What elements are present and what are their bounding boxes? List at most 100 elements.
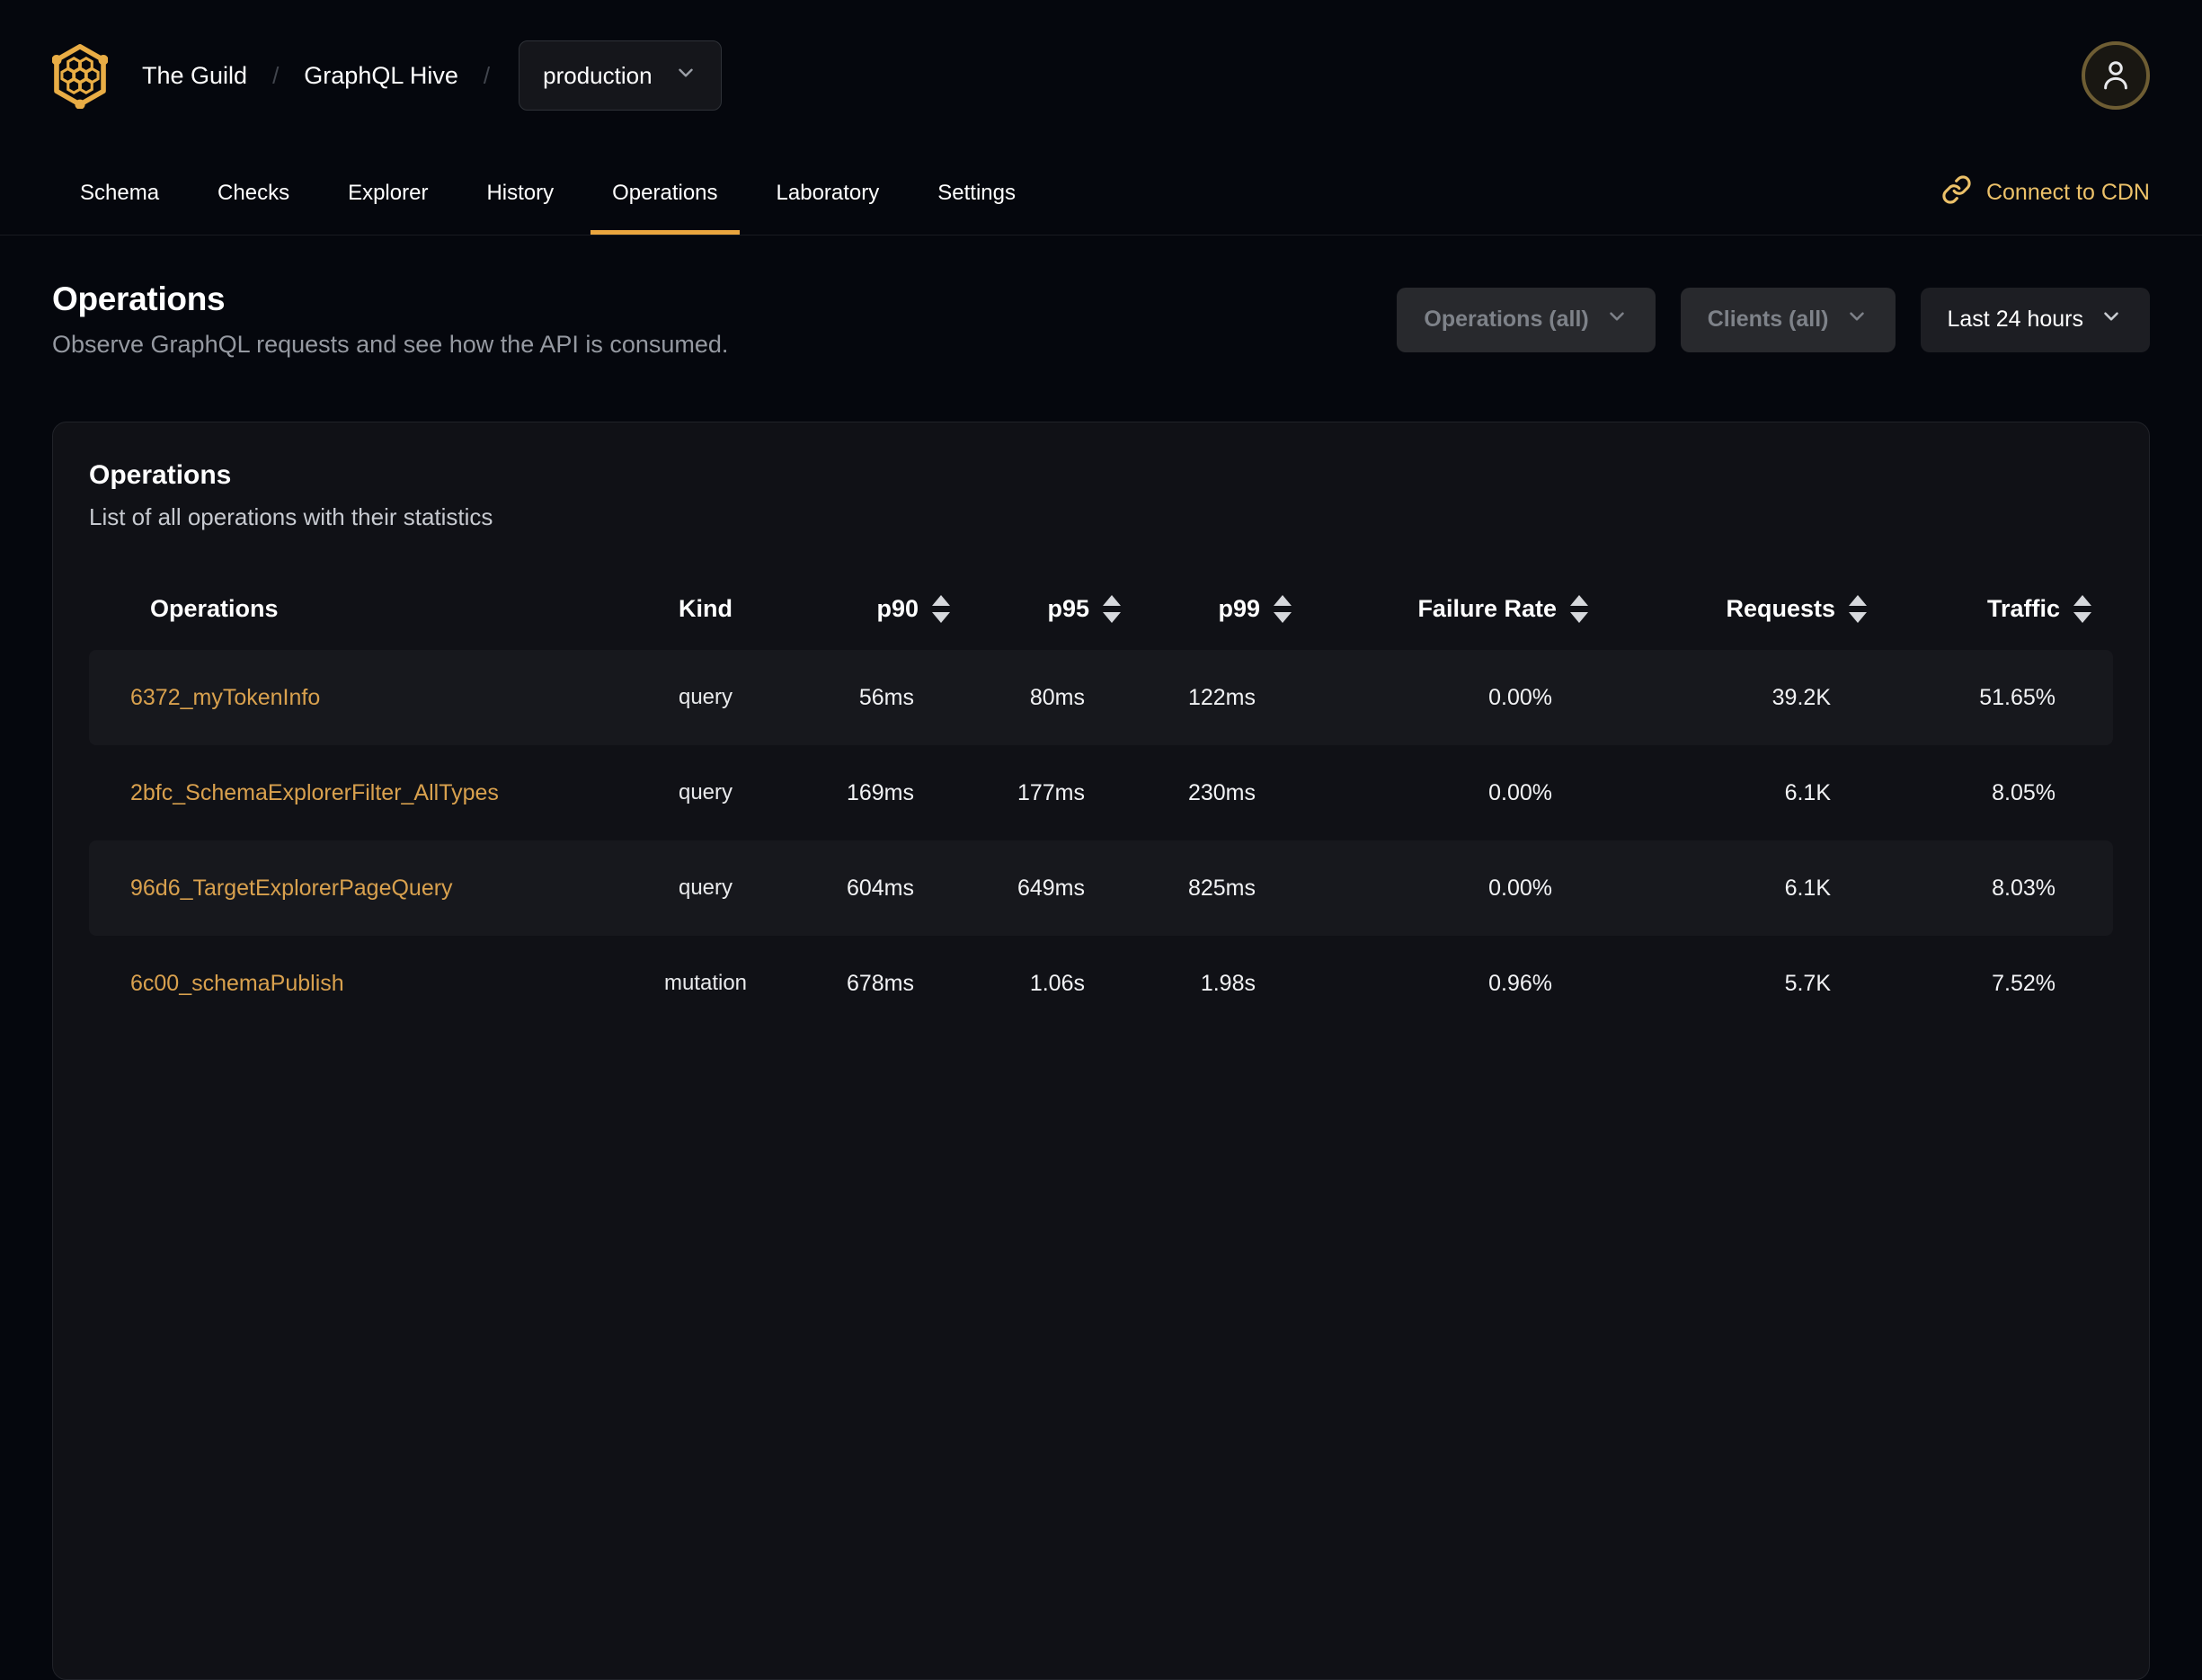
chevron-down-icon [2100,305,2123,334]
filter-clients-all[interactable]: Clients (all) [1680,287,1896,352]
traffic-cell: 8.05% [1992,779,2055,805]
failure-rate-cell: 0.96% [1488,970,1552,996]
column-header-requests[interactable]: Requests [1588,594,1867,623]
column-header-label: Failure Rate [1417,594,1557,622]
column-header-label: p90 [876,594,919,622]
breadcrumb-org[interactable]: The Guild [142,62,247,90]
card-title: Operations [89,460,232,490]
sort-arrows-icon[interactable] [1849,594,1867,623]
requests-cell: 6.1K [1784,875,1831,901]
p99-cell: 825ms [1187,875,1256,901]
hive-logo-icon[interactable] [52,42,108,109]
traffic-cell: 8.03% [1992,875,2055,901]
operation-link[interactable]: 96d6_TargetExplorerPageQuery [130,876,453,901]
table-row: 2bfc_SchemaExplorerFilter_AllTypes query… [89,745,2113,840]
p90-cell: 604ms [846,875,914,901]
connect-to-cdn-link[interactable]: Connect to CDN [1941,151,2150,235]
table-header-row: Operations Kind p90 p95 p99 Failure Rate… [89,567,2113,650]
sort-descending-icon [1103,611,1121,623]
target-selector-dropdown[interactable]: production [519,40,722,111]
sort-descending-icon [932,611,950,623]
tab-schema[interactable]: Schema [58,151,181,235]
p95-cell: 1.06s [1029,970,1085,996]
operations-card: Operations List of all operations with t… [52,422,2150,1680]
chevron-down-icon [1845,305,1869,334]
failure-rate-cell: 0.00% [1488,779,1552,805]
page-subtitle: Observe GraphQL requests and see how the… [52,331,729,358]
column-header-label: p99 [1218,594,1260,622]
operation-link[interactable]: 2bfc_SchemaExplorerFilter_AllTypes [130,780,499,805]
sort-arrows-icon[interactable] [1103,594,1121,623]
tab-laboratory[interactable]: Laboratory [755,151,901,235]
filter-label: Clients (all) [1707,307,1829,332]
p99-cell: 1.98s [1200,970,1256,996]
filter-label: Operations (all) [1424,307,1589,332]
traffic-cell: 51.65% [1979,684,2055,710]
tab-label: Explorer [348,180,429,205]
tab-label: Laboratory [776,180,880,205]
user-avatar-button[interactable] [2082,41,2150,110]
column-header-label: Operations [150,594,279,622]
tab-label: Schema [80,180,160,205]
column-header-kind: Kind [632,595,779,623]
kind-cell: mutation [663,971,748,995]
kind-cell: query [678,685,733,709]
column-header-p90[interactable]: p90 [779,594,950,623]
traffic-cell: 7.52% [1992,970,2055,996]
operations-table: Operations Kind p90 p95 p99 Failure Rate… [89,567,2113,1031]
sort-ascending-icon [932,594,950,606]
sort-ascending-icon [2073,594,2091,606]
breadcrumb-separator: / [272,61,280,89]
operation-link[interactable]: 6372_myTokenInfo [130,685,320,710]
sort-arrows-icon[interactable] [1570,594,1588,623]
requests-cell: 39.2K [1771,684,1831,710]
tab-operations[interactable]: Operations [590,151,740,235]
p99-cell: 230ms [1187,779,1256,805]
column-header-failure_rate[interactable]: Failure Rate [1292,594,1588,623]
breadcrumb-project[interactable]: GraphQL Hive [304,62,458,90]
sort-descending-icon [2073,611,2091,623]
kind-cell: query [678,780,733,804]
table-row: 6372_myTokenInfo query 56ms 80ms 122ms 0… [89,650,2113,745]
sort-ascending-icon [1103,594,1121,606]
operation-link[interactable]: 6c00_schemaPublish [130,971,344,996]
connect-to-cdn-label: Connect to CDN [1985,180,2150,205]
kind-cell: query [678,876,733,900]
tab-label: Checks [218,180,290,205]
sort-arrows-icon[interactable] [932,594,950,623]
filter-operations-all[interactable]: Operations (all) [1397,287,1656,352]
sort-ascending-icon [1274,594,1292,606]
failure-rate-cell: 0.00% [1488,684,1552,710]
column-header-traffic[interactable]: Traffic [1867,594,2091,623]
breadcrumb: The Guild / GraphQL Hive / production [52,40,722,111]
tab-history[interactable]: History [465,151,575,235]
tab-settings[interactable]: Settings [916,151,1037,235]
link-icon [1941,174,1972,211]
filter-last-24-hours[interactable]: Last 24 hours [1920,287,2150,352]
p90-cell: 678ms [846,970,914,996]
tab-explorer[interactable]: Explorer [326,151,449,235]
filter-label: Last 24 hours [1947,307,2084,332]
sort-ascending-icon [1570,594,1588,606]
target-selector-value: production [543,61,653,89]
tab-checks[interactable]: Checks [196,151,311,235]
operation-name-cell: 2bfc_SchemaExplorerFilter_AllTypes [111,780,632,806]
requests-cell: 5.7K [1784,970,1831,996]
column-header-label: Requests [1726,594,1835,622]
column-header-p95[interactable]: p95 [950,594,1121,623]
sort-ascending-icon [1849,594,1867,606]
filter-bar: Operations (all) Clients (all) Last 24 h… [1397,287,2150,352]
operation-name-cell: 96d6_TargetExplorerPageQuery [111,876,632,902]
requests-cell: 6.1K [1784,779,1831,805]
page-header-text: Operations Observe GraphQL requests and … [52,280,728,359]
table-row: 6c00_schemaPublish mutation 678ms 1.06s … [89,936,2113,1031]
sort-arrows-icon[interactable] [2073,594,2091,623]
column-header-label: Kind [679,594,733,622]
chevron-down-icon [674,61,697,91]
sort-arrows-icon[interactable] [1274,594,1292,623]
operation-name-cell: 6372_myTokenInfo [111,685,632,711]
sort-descending-icon [1570,611,1588,623]
tab-label: Operations [612,180,718,205]
p99-cell: 122ms [1187,684,1256,710]
column-header-p99[interactable]: p99 [1121,594,1292,623]
